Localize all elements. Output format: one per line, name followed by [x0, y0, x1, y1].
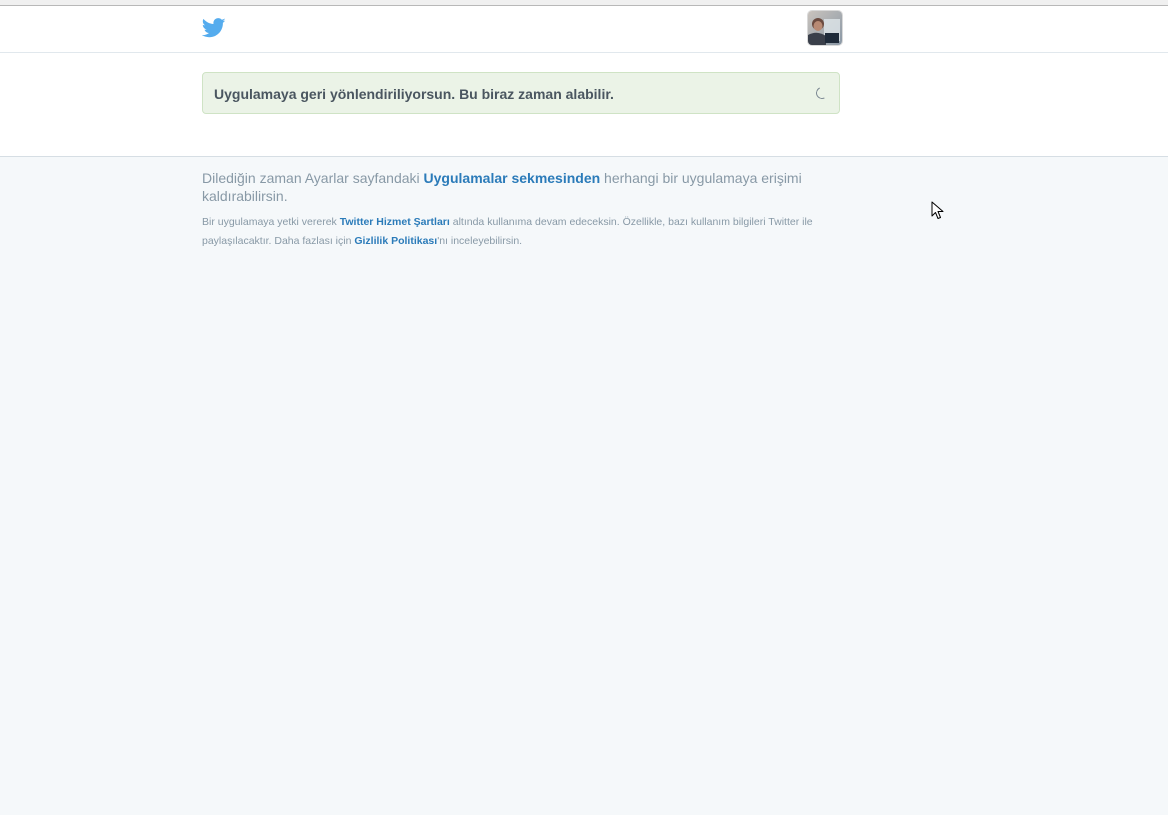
terms-of-service-link[interactable]: Twitter Hizmet Şartları [340, 216, 450, 228]
legal-text-part1: Bir uygulamaya yetki vererek [202, 216, 340, 228]
info-text-prefix: Dilediğin zaman Ayarlar sayfandaki [202, 170, 424, 186]
applications-tab-link[interactable]: Uygulamalar sekmesinden [424, 170, 601, 186]
header [0, 6, 1168, 53]
revoke-access-info: Dilediğin zaman Ayarlar sayfandaki Uygul… [202, 169, 842, 205]
mouse-cursor-icon [931, 201, 944, 219]
redirect-message: Uygulamaya geri yönlendiriliyorsun. Bu b… [214, 86, 614, 102]
twitter-bird-icon[interactable] [202, 18, 226, 38]
legal-notice: Bir uygulamaya yetki vererek Twitter Hiz… [202, 213, 842, 251]
redirect-alert: Uygulamaya geri yönlendiriliyorsun. Bu b… [202, 72, 840, 114]
user-avatar[interactable] [808, 11, 842, 45]
privacy-policy-link[interactable]: Gizlilik Politikası [354, 235, 437, 247]
loading-spinner-icon [814, 85, 830, 101]
legal-text-part3: 'nı inceleyebilirsin. [437, 235, 523, 247]
main-content: Uygulamaya geri yönlendiriliyorsun. Bu b… [0, 53, 1168, 157]
